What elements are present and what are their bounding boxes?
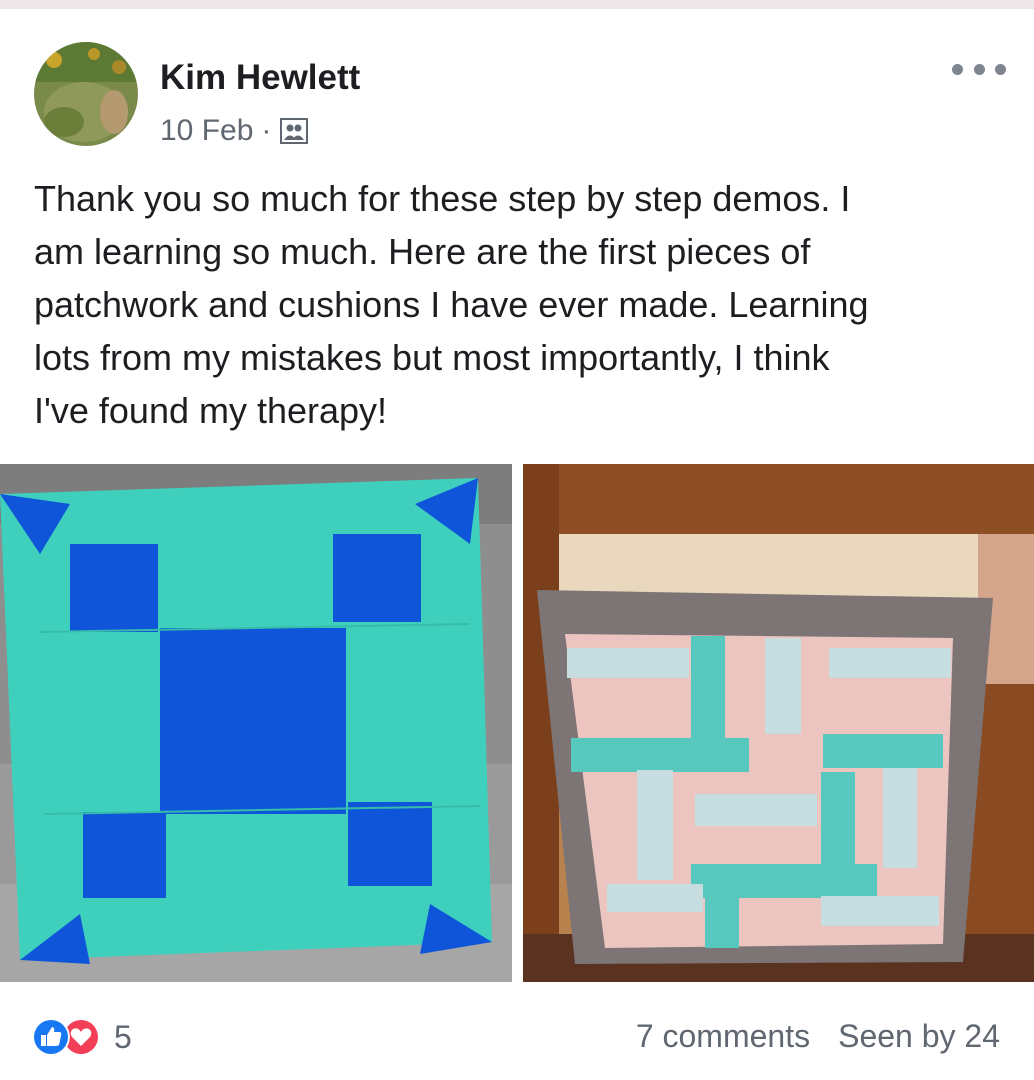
post-text-line: patchwork and cushions I have ever made.…	[34, 284, 869, 325]
like-icon	[32, 1018, 70, 1056]
post-meta: 10 Feb ·	[160, 113, 309, 149]
author-name[interactable]: Kim Hewlett	[160, 58, 360, 98]
reaction-count: 5	[114, 1018, 132, 1055]
avatar[interactable]	[34, 42, 138, 146]
comments-count[interactable]: 7 comments	[636, 1018, 810, 1055]
more-horizontal-icon[interactable]	[952, 54, 1006, 84]
more-dot	[952, 63, 963, 75]
meta-separator: ·	[261, 114, 272, 147]
more-dot	[995, 63, 1006, 75]
post-text-line: Thank you so much for these step by step…	[34, 178, 851, 219]
post-date[interactable]: 10 Feb	[160, 114, 253, 148]
post-text-line: lots from my mistakes but most important…	[34, 337, 830, 378]
post-stats: 7 comments Seen by 24	[636, 1018, 1000, 1055]
top-strip	[0, 0, 1034, 9]
post-text: Thank you so much for these step by step…	[34, 172, 1014, 437]
reactions-summary[interactable]: 5	[32, 1018, 132, 1056]
post-text-line: I've found my therapy!	[34, 390, 388, 431]
post-footer: 5 7 comments Seen by 24	[0, 1004, 1034, 1074]
nine-patch-cushion-photo[interactable]	[0, 464, 512, 982]
rail-fence-cushion-photo[interactable]	[523, 464, 1034, 982]
more-dot	[973, 63, 985, 75]
post-text-line: am learning so much. Here are the first …	[34, 231, 811, 272]
group-icon	[279, 116, 309, 146]
seen-by-count[interactable]: Seen by 24	[838, 1018, 1000, 1055]
